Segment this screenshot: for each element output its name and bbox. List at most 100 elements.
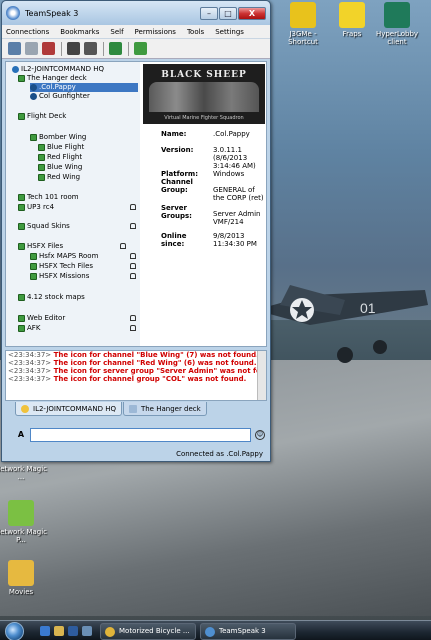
- network-magic-p-icon: [8, 500, 34, 526]
- chrome-icon: [105, 627, 115, 637]
- channel-tab-icon: [128, 404, 137, 413]
- tree-channel[interactable]: 4.12 stock maps: [18, 293, 85, 302]
- mute-microphone-icon[interactable]: [67, 42, 80, 55]
- tree-channel[interactable]: Bomber Wing: [30, 133, 86, 142]
- channel-group-value: GENERAL of the CORP (ret): [213, 186, 264, 202]
- quicklaunch-ie-icon[interactable]: [40, 626, 50, 636]
- channel-icon: [18, 293, 25, 301]
- channel-icon: [30, 262, 37, 270]
- tree-user-selected[interactable]: .Col.Pappy: [30, 83, 138, 92]
- teamspeak-logo-icon: [6, 6, 20, 20]
- toolbar-separator: [103, 41, 104, 56]
- user-icon: [30, 92, 37, 100]
- emoticon-icon[interactable]: ☺: [255, 430, 265, 440]
- toolbar: [2, 39, 270, 59]
- version-value: 3.0.11.1 (8/6/2013 3:14:46 AM): [213, 146, 256, 170]
- lock-icon: [130, 273, 136, 279]
- banner-subtitle: Virtual Marine Fighter Squadron: [164, 115, 244, 121]
- tree-server[interactable]: IL2-JOINTCOMMAND HQ: [12, 65, 104, 74]
- desktop-icon-network-magic[interactable]: Network Magic ...: [0, 465, 48, 481]
- tree-channel[interactable]: HSFX Tech Files: [30, 262, 138, 271]
- name-label: Name:: [161, 130, 187, 138]
- menu-settings[interactable]: Settings: [215, 28, 244, 36]
- desktop-icon-hyperlobby[interactable]: HyperLobby client: [370, 2, 424, 46]
- tree-channel[interactable]: UP3 rc4: [18, 203, 138, 212]
- tree-channel[interactable]: HSFX Files: [18, 242, 138, 251]
- mute-speakers-icon[interactable]: [84, 42, 97, 55]
- server-groups-value: Server Admin VMF/214: [213, 210, 261, 226]
- platform-value: Windows: [213, 170, 245, 178]
- desktop-icon-network-magic-p[interactable]: Network Magic P...: [0, 500, 48, 544]
- close-button[interactable]: X: [238, 6, 266, 20]
- channel-icon: [30, 252, 37, 260]
- tree-channel[interactable]: HSFX Missions: [30, 272, 138, 281]
- svg-text:01: 01: [360, 300, 376, 316]
- channel-icon: [18, 324, 25, 332]
- client-info-panel: BLACK SHEEP Virtual Marine Fighter Squad…: [141, 62, 266, 346]
- tree-channel[interactable]: AFK: [18, 324, 138, 333]
- chat-input[interactable]: [30, 428, 251, 442]
- tab-channel[interactable]: The Hanger deck: [122, 402, 207, 416]
- platform-label: Platform:: [161, 170, 198, 178]
- quicklaunch-explorer-icon[interactable]: [54, 626, 64, 636]
- title-bar[interactable]: TeamSpeak 3 – □ X: [2, 1, 270, 25]
- server-groups-label: Server Groups:: [161, 204, 192, 220]
- format-button[interactable]: A: [15, 429, 27, 441]
- teamspeak-taskbar-icon: [205, 627, 215, 637]
- tree-channel[interactable]: Hsfx MAPS Room: [30, 252, 138, 261]
- channel-icon: [18, 193, 25, 201]
- channel-icon: [18, 112, 25, 120]
- maximize-button[interactable]: □: [219, 6, 237, 20]
- channel-icon: [30, 272, 37, 280]
- menu-permissions[interactable]: Permissions: [135, 28, 176, 36]
- tree-channel[interactable]: Flight Deck: [18, 112, 66, 121]
- channel-icon: [18, 314, 25, 322]
- channel-icon: [18, 242, 25, 250]
- connect-icon[interactable]: [8, 42, 21, 55]
- channel-icon: [38, 143, 45, 151]
- hyperlobby-icon: [384, 2, 410, 28]
- channel-icon: [18, 203, 25, 211]
- minimize-button[interactable]: –: [200, 6, 218, 20]
- channel-group-label: Channel Group:: [161, 178, 193, 194]
- whisper-icon[interactable]: [109, 42, 122, 55]
- tree-channel[interactable]: Blue Wing: [38, 163, 82, 172]
- desktop-icon-j3gme[interactable]: J3GMe - Shortcut: [276, 2, 330, 46]
- disconnect-icon[interactable]: [25, 42, 38, 55]
- menu-bookmarks[interactable]: Bookmarks: [60, 28, 99, 36]
- tree-channel[interactable]: The Hanger deck: [18, 74, 138, 83]
- channel-icon: [38, 173, 45, 181]
- taskbar-teamspeak[interactable]: TeamSpeak 3: [200, 623, 296, 640]
- tree-channel[interactable]: Squad Skins: [18, 222, 138, 231]
- quicklaunch-media-icon[interactable]: [68, 626, 78, 636]
- movies-folder-icon: [8, 560, 34, 586]
- desktop-icon-movies[interactable]: Movies: [0, 560, 48, 596]
- chat-line: <23:34:37> The icon for channel "Blue Wi…: [8, 351, 259, 359]
- tree-channel[interactable]: Red Flight: [38, 153, 82, 162]
- online-since-value: 9/8/2013 11:34:30 PM: [213, 232, 257, 248]
- tree-channel[interactable]: Blue Flight: [38, 143, 84, 152]
- lock-icon: [130, 223, 136, 229]
- tree-channel[interactable]: Tech 101 room: [18, 193, 79, 202]
- taskbar-chrome[interactable]: Motorized Bicycle ...: [100, 623, 196, 640]
- menu-tools[interactable]: Tools: [187, 28, 204, 36]
- status-bar: Connected as .Col.Pappy: [3, 446, 269, 462]
- menu-connections[interactable]: Connections: [6, 28, 49, 36]
- corsair-plane-image: 01: [255, 285, 428, 363]
- chat-line: <23:34:37> The icon for server group "Se…: [8, 367, 267, 375]
- menu-self[interactable]: Self: [110, 28, 123, 36]
- away-icon[interactable]: [42, 42, 55, 55]
- start-button[interactable]: [5, 622, 24, 640]
- lock-icon: [130, 315, 136, 321]
- toolbar-separator: [128, 41, 129, 56]
- chat-log[interactable]: <23:34:37> The icon for channel "Blue Wi…: [5, 350, 267, 401]
- tab-server[interactable]: IL2-JOINTCOMMAND HQ: [15, 402, 122, 416]
- tree-channel[interactable]: Red Wing: [38, 173, 80, 182]
- menu-bar: Connections Bookmarks Self Permissions T…: [2, 25, 270, 39]
- contacts-icon[interactable]: [134, 42, 147, 55]
- chat-line: <23:34:37> The icon for channel "Red Win…: [8, 359, 257, 367]
- quicklaunch-desktop-icon[interactable]: [82, 626, 92, 636]
- tree-user[interactable]: Col Gunfighter: [30, 92, 90, 101]
- chat-scrollbar[interactable]: [257, 351, 266, 400]
- tree-channel[interactable]: Web Editor: [18, 314, 138, 323]
